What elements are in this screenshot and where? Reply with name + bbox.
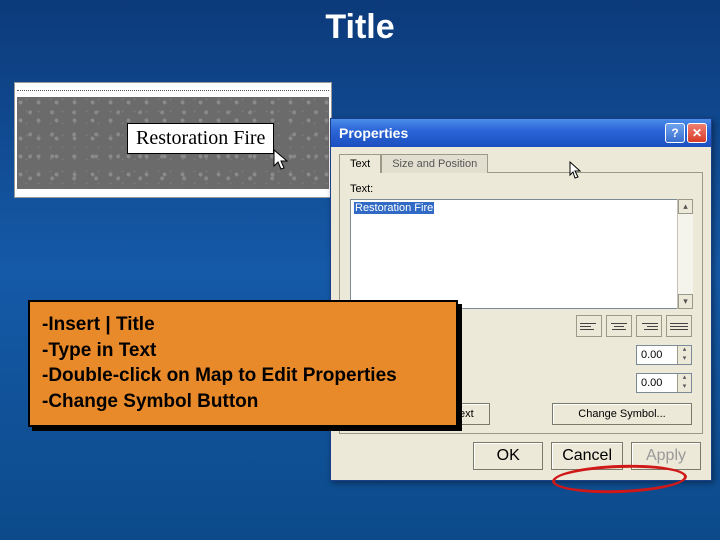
align-right-button[interactable]	[636, 315, 662, 337]
close-button[interactable]: ✕	[687, 123, 707, 143]
cancel-button[interactable]: Cancel	[551, 442, 623, 470]
instruction-line: -Type in Text	[42, 338, 444, 364]
text-field-label: Text:	[350, 183, 692, 195]
instruction-callout: -Insert | Title -Type in Text -Double-cl…	[28, 300, 458, 427]
tab-size-position[interactable]: Size and Position	[381, 154, 488, 173]
help-button[interactable]: ?	[665, 123, 685, 143]
scroll-up-icon[interactable]: ▴	[678, 199, 693, 214]
dialog-tabs: Text Size and Position	[331, 147, 711, 172]
instruction-line: -Insert | Title	[42, 312, 444, 338]
leading-value: 0.00	[641, 377, 662, 389]
leading-input[interactable]: 0.00 ▴▾	[636, 373, 692, 393]
spin-down-icon[interactable]: ▾	[677, 355, 691, 364]
align-left-button[interactable]	[576, 315, 602, 337]
text-input[interactable]: Restoration Fire	[350, 199, 692, 309]
dialog-title: Properties	[339, 125, 408, 141]
align-center-button[interactable]	[606, 315, 632, 337]
dialog-titlebar[interactable]: Properties ? ✕	[331, 119, 711, 147]
slide-title: Title	[0, 0, 720, 47]
change-symbol-button[interactable]: Change Symbol...	[552, 403, 692, 425]
character-spacing-value: 0.00	[641, 349, 662, 361]
textarea-scrollbar[interactable]: ▴ ▾	[677, 199, 693, 309]
map-terrain: Restoration Fire	[17, 97, 329, 189]
spin-up-icon[interactable]: ▴	[677, 346, 691, 355]
scroll-down-icon[interactable]: ▾	[678, 294, 693, 309]
spin-down-icon[interactable]: ▾	[677, 383, 691, 392]
cursor-icon	[273, 149, 291, 173]
cursor-icon	[569, 161, 583, 181]
tab-text[interactable]: Text	[339, 154, 381, 173]
instruction-line: -Double-click on Map to Edit Properties	[42, 363, 444, 389]
text-input-value: Restoration Fire	[354, 202, 434, 214]
ok-button[interactable]: OK	[473, 442, 543, 470]
map-title-label[interactable]: Restoration Fire	[127, 123, 274, 154]
spin-up-icon[interactable]: ▴	[677, 374, 691, 383]
dialog-action-row: OK Cancel Apply	[331, 442, 711, 480]
map-guide-line	[17, 87, 329, 91]
instruction-line: -Change Symbol Button	[42, 389, 444, 415]
align-justify-button[interactable]	[666, 315, 692, 337]
apply-button[interactable]: Apply	[631, 442, 701, 470]
character-spacing-input[interactable]: 0.00 ▴▾	[636, 345, 692, 365]
map-preview[interactable]: Restoration Fire	[14, 82, 332, 198]
